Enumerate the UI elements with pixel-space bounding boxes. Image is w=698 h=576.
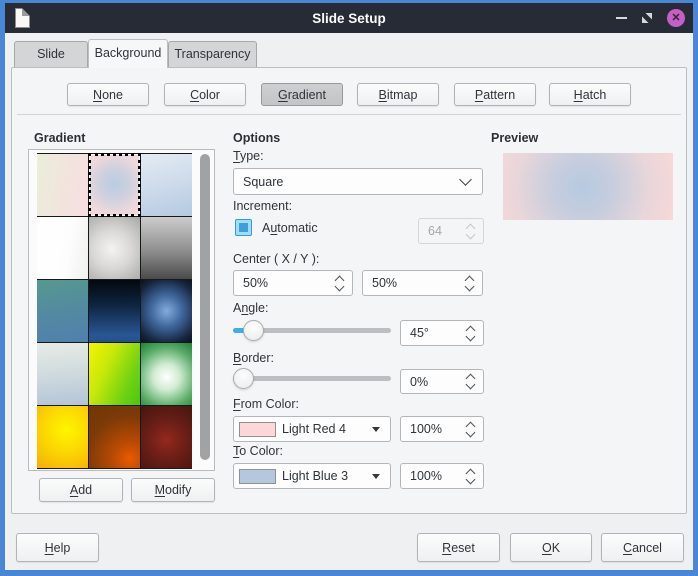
titlebar: Slide Setup ✕ bbox=[5, 3, 693, 33]
gradient-preset[interactable] bbox=[141, 217, 192, 279]
chevron-down-icon bbox=[459, 173, 472, 186]
restore-icon bbox=[641, 12, 653, 24]
close-button[interactable]: ✕ bbox=[667, 9, 685, 27]
center-y-spinner[interactable]: 50% bbox=[362, 270, 483, 296]
gradient-preset[interactable] bbox=[141, 154, 192, 216]
options-section-title: Options bbox=[233, 131, 280, 145]
reset-button[interactable]: Reset bbox=[417, 533, 500, 562]
window-title: Slide Setup bbox=[5, 11, 693, 26]
gradient-preset[interactable] bbox=[89, 154, 140, 216]
fill-color-button[interactable]: Color bbox=[164, 83, 246, 106]
background-tab-panel: None Color Gradient Bitmap Pattern Hatch… bbox=[11, 67, 687, 514]
angle-slider-handle[interactable] bbox=[243, 320, 264, 341]
angle-label: Angle: bbox=[233, 301, 268, 315]
gradient-preset-list bbox=[28, 149, 215, 471]
gradient-preset[interactable] bbox=[37, 406, 88, 468]
gradient-preset[interactable] bbox=[141, 343, 192, 405]
gradient-preset[interactable] bbox=[37, 343, 88, 405]
from-color-swatch bbox=[239, 422, 276, 437]
gradient-preset[interactable] bbox=[89, 406, 140, 468]
from-opacity-value: 100% bbox=[401, 422, 467, 436]
increment-value: 64 bbox=[419, 224, 467, 238]
from-color-select[interactable]: Light Red 4 bbox=[233, 416, 391, 442]
minimize-icon bbox=[616, 17, 627, 19]
gradient-preview bbox=[503, 153, 673, 220]
minimize-button[interactable] bbox=[616, 17, 627, 19]
restore-button[interactable] bbox=[641, 12, 653, 24]
to-color-label: To Color: bbox=[233, 444, 283, 458]
type-value: Square bbox=[234, 175, 461, 189]
spin-down-icon[interactable] bbox=[466, 380, 476, 390]
tab-slide[interactable]: Slide bbox=[14, 41, 88, 67]
gradient-preset-grid bbox=[37, 153, 192, 469]
gradient-preset[interactable] bbox=[37, 154, 88, 216]
document-icon bbox=[15, 8, 30, 28]
to-color-swatch bbox=[239, 469, 276, 484]
angle-spinner[interactable]: 45° bbox=[400, 320, 484, 346]
tab-transparency[interactable]: Transparency bbox=[168, 41, 257, 67]
border-spinner[interactable]: 0% bbox=[400, 369, 484, 394]
cancel-button[interactable]: Cancel bbox=[601, 533, 684, 562]
gradient-preset[interactable] bbox=[37, 280, 88, 342]
gradient-preset[interactable] bbox=[89, 280, 140, 342]
from-color-name: Light Red 4 bbox=[282, 422, 372, 436]
from-opacity-spinner[interactable]: 100% bbox=[400, 416, 484, 442]
to-opacity-spinner[interactable]: 100% bbox=[400, 463, 484, 489]
border-value: 0% bbox=[401, 375, 467, 389]
gradient-preset[interactable] bbox=[141, 406, 192, 468]
gradient-preset[interactable] bbox=[141, 280, 192, 342]
to-color-select[interactable]: Light Blue 3 bbox=[233, 463, 391, 489]
checkbox-checked-icon bbox=[239, 223, 248, 232]
increment-spinner: 64 bbox=[418, 218, 484, 244]
fill-pattern-button[interactable]: Pattern bbox=[454, 83, 536, 106]
from-color-label: From Color: bbox=[233, 397, 299, 411]
fill-none-button[interactable]: None bbox=[67, 83, 149, 106]
border-slider-handle[interactable] bbox=[233, 368, 254, 389]
type-select[interactable]: Square bbox=[233, 168, 483, 195]
border-slider-track[interactable] bbox=[233, 376, 391, 381]
modify-button[interactable]: Modify bbox=[131, 478, 215, 502]
preview-section-title: Preview bbox=[491, 131, 538, 145]
ok-button[interactable]: OK bbox=[510, 533, 592, 562]
center-x-value: 50% bbox=[234, 276, 336, 290]
gradient-preset[interactable] bbox=[37, 217, 88, 279]
dropdown-arrow-icon bbox=[372, 427, 380, 432]
type-label: Type: bbox=[233, 149, 264, 163]
divider bbox=[17, 114, 681, 115]
automatic-label: Automatic bbox=[262, 221, 318, 235]
slide-setup-dialog: Slide Setup ✕ Slide Background Transpare… bbox=[0, 0, 698, 576]
center-y-value: 50% bbox=[363, 276, 466, 290]
center-xy-label: Center ( X / Y ): bbox=[233, 252, 319, 266]
increment-label: Increment: bbox=[233, 199, 292, 213]
to-opacity-value: 100% bbox=[401, 469, 467, 483]
fill-hatch-button[interactable]: Hatch bbox=[549, 83, 631, 106]
gradient-section-title: Gradient bbox=[34, 131, 85, 145]
to-color-name: Light Blue 3 bbox=[282, 469, 372, 483]
center-x-spinner[interactable]: 50% bbox=[233, 270, 353, 296]
close-icon: ✕ bbox=[667, 9, 685, 27]
help-button[interactable]: Help bbox=[16, 533, 99, 562]
gradient-preset[interactable] bbox=[89, 217, 140, 279]
tab-background[interactable]: Background bbox=[88, 39, 168, 68]
automatic-checkbox[interactable] bbox=[235, 219, 252, 236]
dropdown-arrow-icon bbox=[372, 474, 380, 479]
add-button[interactable]: Add bbox=[39, 478, 123, 502]
gradient-list-scrollbar[interactable] bbox=[200, 154, 210, 460]
angle-value: 45° bbox=[401, 326, 467, 340]
border-label: Border: bbox=[233, 351, 274, 365]
fill-bitmap-button[interactable]: Bitmap bbox=[357, 83, 439, 106]
fill-gradient-button[interactable]: Gradient bbox=[261, 83, 343, 106]
gradient-preset[interactable] bbox=[89, 343, 140, 405]
